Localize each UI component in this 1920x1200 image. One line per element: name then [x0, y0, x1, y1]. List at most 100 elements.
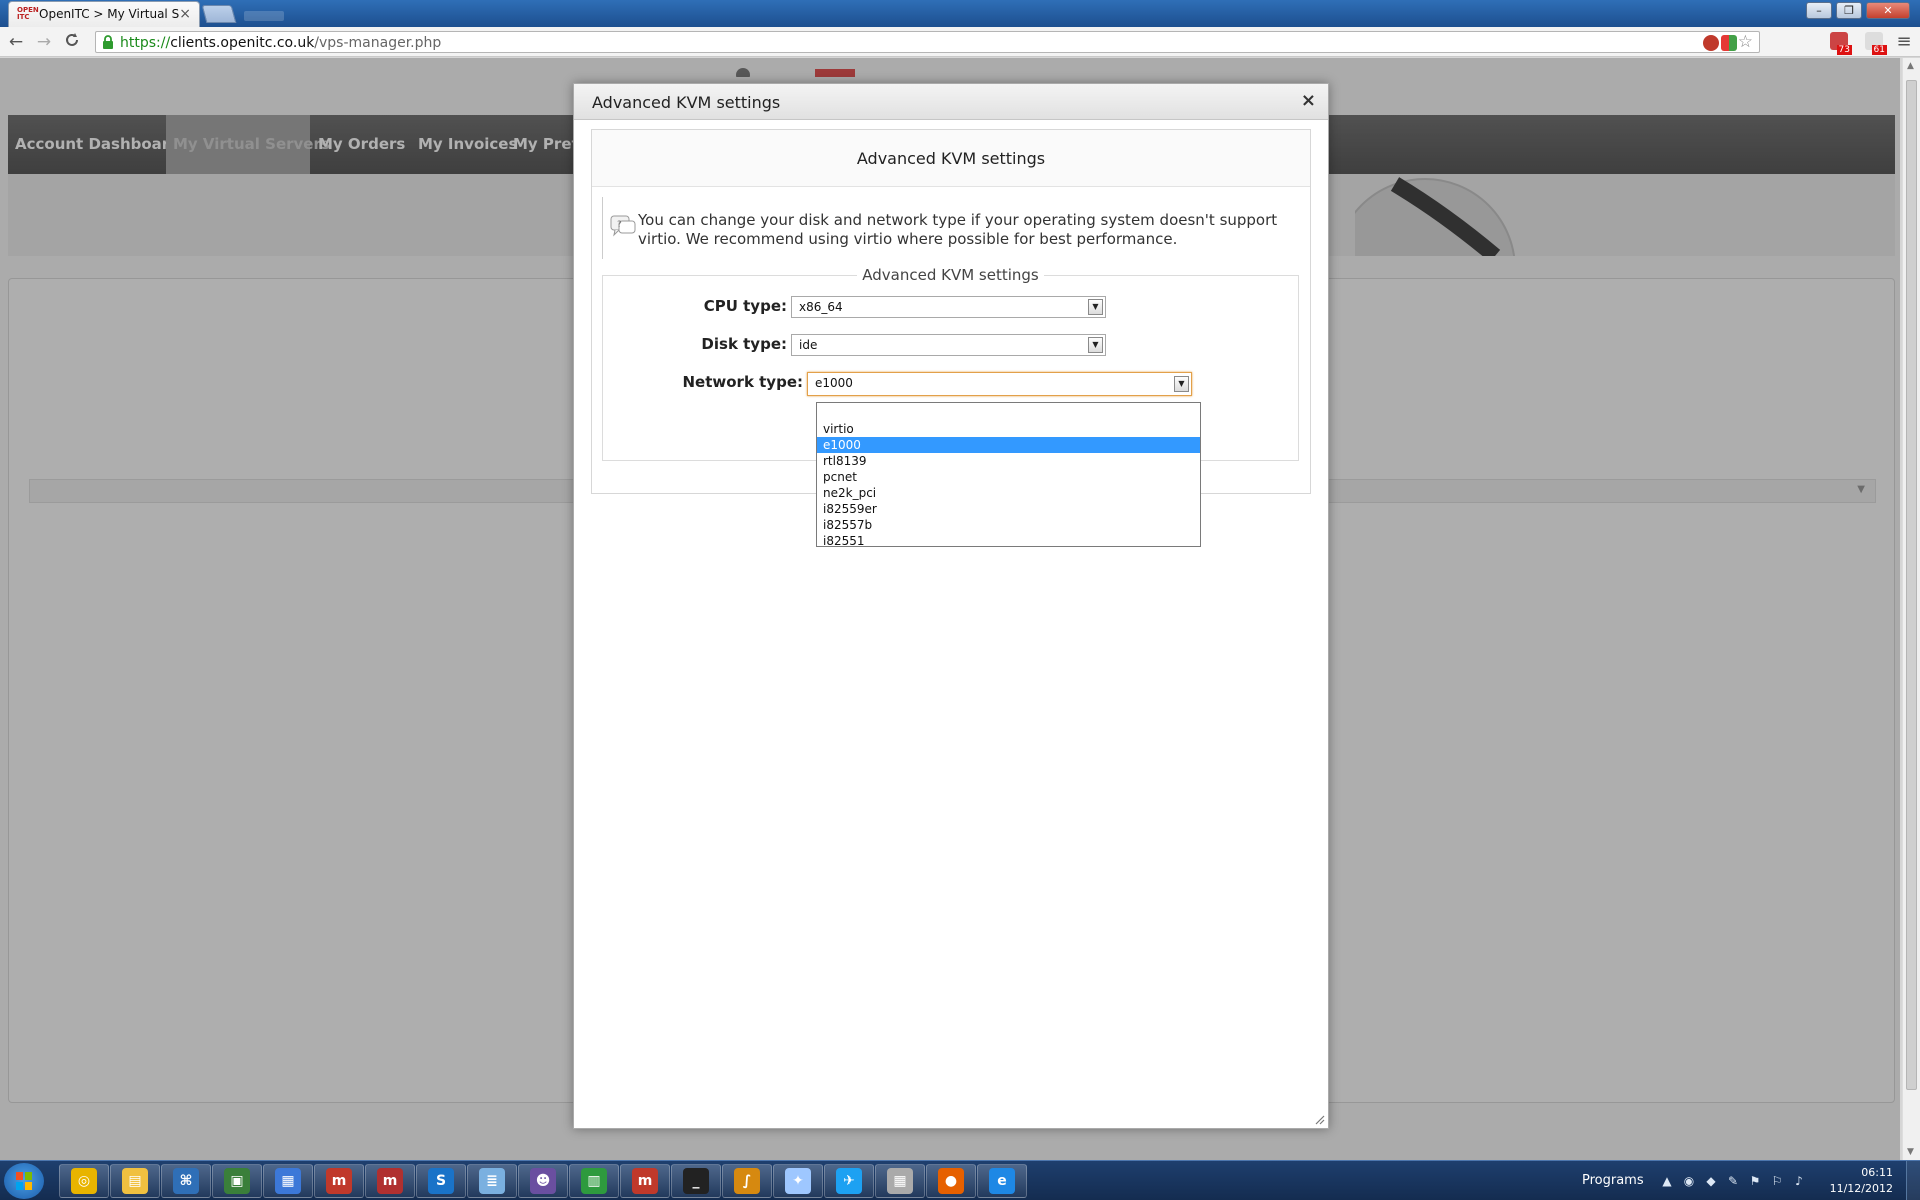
spreadsheet-icon-glyph: ▥: [581, 1168, 607, 1194]
metro-app-icon[interactable]: m: [314, 1164, 364, 1198]
minimize-button[interactable]: –: [1806, 2, 1832, 19]
clock-time[interactable]: 06:11: [1861, 1166, 1893, 1179]
mail-extension-icon[interactable]: 61: [1865, 32, 1887, 55]
fieldset-legend: Advanced KVM settings: [603, 266, 1298, 284]
tray-volume-icon[interactable]: ♪: [1792, 1174, 1806, 1188]
twitter-icon[interactable]: ✈: [824, 1164, 874, 1198]
network-type-dropdown[interactable]: virtio e1000 rtl8139 pcnet ne2k_pci i82559er i…: [816, 402, 1201, 549]
network-option-i82557b[interactable]: i82557b: [817, 517, 1200, 533]
paint-icon[interactable]: ✦: [773, 1164, 823, 1198]
network-type-select[interactable]: e1000 ▼: [807, 372, 1192, 396]
pidgin-icon-glyph: ☻: [530, 1168, 556, 1194]
spreadsheet-icon[interactable]: ▥: [569, 1164, 619, 1198]
network-tool-icon[interactable]: ▣: [212, 1164, 262, 1198]
browser-tab-active[interactable]: OPEN ITC OpenITC > My Virtual Servers ×: [8, 1, 200, 27]
tray-security-icon[interactable]: ◆: [1704, 1174, 1718, 1188]
openitc-favicon-icon: OPEN ITC: [17, 6, 39, 21]
cpu-type-label: CPU type:: [703, 297, 787, 315]
forward-arrow-icon[interactable]: →: [34, 32, 54, 52]
cpu-type-select[interactable]: x86_64 ▼: [791, 296, 1106, 318]
firefox-icon[interactable]: ●: [926, 1164, 976, 1198]
network-option-i82551[interactable]: i82551: [817, 533, 1200, 549]
chrome-icon[interactable]: ◎: [59, 1164, 109, 1198]
tab-close-icon[interactable]: ×: [179, 6, 191, 22]
scroll-thumb[interactable]: [1906, 80, 1917, 1090]
pdf-app-icon-glyph: m: [377, 1168, 403, 1194]
page-scrollbar[interactable]: ▲ ▼: [1902, 58, 1920, 1160]
block-extension-icon[interactable]: [1703, 35, 1719, 51]
url-text: https://clients.openitc.co.uk/vps-manage…: [120, 35, 441, 51]
browser-titlebar: OPEN ITC OpenITC > My Virtual Servers × …: [0, 0, 1920, 27]
calendar-badge: 73: [1836, 45, 1852, 55]
tray-flag-icon[interactable]: ⚑: [1748, 1174, 1762, 1188]
scroll-down-icon[interactable]: ▼: [1907, 1147, 1914, 1157]
tray-action-center-icon[interactable]: ⚐: [1770, 1174, 1784, 1188]
dialog-close-icon[interactable]: ×: [1301, 90, 1316, 111]
window-controls: – ❐ ✕: [1806, 2, 1910, 19]
programs-toolbar-label[interactable]: Programs: [1582, 1173, 1644, 1188]
background-tab[interactable]: [244, 11, 284, 21]
explorer-icon-glyph: ▤: [122, 1168, 148, 1194]
windows-taskbar: ◎ ▤ ⌘ ▣ ▦ m m S ≣ ☻ ▥ m _ ∫ ✦ ✈ ▦ ● e Programs ▲ ◉ ◆ ✎ ⚑ ⚐…: [0, 1160, 1920, 1200]
pdf-app-icon[interactable]: m: [365, 1164, 415, 1198]
chevron-down-icon[interactable]: ▼: [1174, 376, 1189, 392]
network-option-rtl8139[interactable]: rtl8139: [817, 453, 1200, 469]
svg-text:?: ?: [617, 220, 622, 230]
new-tab-button[interactable]: [201, 5, 237, 23]
remote-desktop-icon[interactable]: ▦: [263, 1164, 313, 1198]
calculator-icon-glyph: ▦: [887, 1168, 913, 1194]
show-desktop-button[interactable]: [1906, 1161, 1920, 1200]
reload-icon[interactable]: [62, 32, 82, 52]
help-speech-bubble-icon: ?: [610, 215, 636, 237]
metro-app-icon-2[interactable]: m: [620, 1164, 670, 1198]
ie-icon[interactable]: e: [977, 1164, 1027, 1198]
tab-title: OpenITC > My Virtual Servers: [39, 7, 179, 21]
sublime-icon-glyph: ∫: [734, 1168, 760, 1194]
disk-type-label: Disk type:: [701, 335, 787, 353]
address-bar[interactable]: https://clients.openitc.co.uk/vps-manage…: [95, 31, 1760, 53]
pidgin-icon[interactable]: ☻: [518, 1164, 568, 1198]
color-extension-icon[interactable]: [1721, 35, 1737, 51]
explorer-icon[interactable]: ▤: [110, 1164, 160, 1198]
calculator-icon[interactable]: ▦: [875, 1164, 925, 1198]
restore-button[interactable]: ❐: [1836, 2, 1862, 19]
network-option-ne2k_pci[interactable]: ne2k_pci: [817, 485, 1200, 501]
window-close-button[interactable]: ✕: [1866, 2, 1910, 19]
python-icon-glyph: ⌘: [173, 1168, 199, 1194]
url-scheme: https://: [120, 35, 171, 51]
sublime-icon[interactable]: ∫: [722, 1164, 772, 1198]
firefox-icon-glyph: ●: [938, 1168, 964, 1194]
chevron-down-icon[interactable]: ▼: [1088, 337, 1103, 353]
chevron-down-icon[interactable]: ▼: [1088, 299, 1103, 315]
network-option-e1000[interactable]: e1000: [817, 437, 1200, 453]
tray-network-icon[interactable]: ◉: [1682, 1174, 1696, 1188]
skype-icon[interactable]: S: [416, 1164, 466, 1198]
cpu-type-value: x86_64: [799, 300, 843, 314]
chrome-menu-icon[interactable]: ≡: [1894, 32, 1914, 52]
network-option-virtio[interactable]: virtio: [817, 421, 1200, 437]
calendar-extension-icon[interactable]: 73: [1830, 32, 1852, 55]
browser-toolbar: ← → https://clients.openitc.co.uk/vps-ma…: [0, 27, 1920, 57]
tray-sync-icon[interactable]: ✎: [1726, 1174, 1740, 1188]
network-option-pcnet[interactable]: pcnet: [817, 469, 1200, 485]
clock-date[interactable]: 11/12/2012: [1830, 1182, 1893, 1195]
ie-icon-glyph: e: [989, 1168, 1015, 1194]
back-arrow-icon[interactable]: ←: [6, 32, 26, 52]
resize-grip-icon[interactable]: [1313, 1113, 1325, 1125]
notepad-icon-glyph: ≣: [479, 1168, 505, 1194]
bookmark-star-icon[interactable]: ☆: [1738, 32, 1753, 52]
windows-start-button[interactable]: [4, 1163, 44, 1199]
advanced-kvm-dialog: Advanced KVM settings × Advanced KVM set…: [573, 83, 1329, 1129]
python-icon[interactable]: ⌘: [161, 1164, 211, 1198]
tray-expand-icon[interactable]: ▲: [1660, 1174, 1674, 1188]
network-option-i82559er[interactable]: i82559er: [817, 501, 1200, 517]
scroll-up-icon[interactable]: ▲: [1907, 61, 1914, 71]
metro-app-icon-glyph: m: [326, 1168, 352, 1194]
skype-icon-glyph: S: [428, 1168, 454, 1194]
dialog-titlebar[interactable]: Advanced KVM settings ×: [574, 84, 1328, 120]
fieldset-legend-text: Advanced KVM settings: [857, 266, 1044, 284]
disk-type-select[interactable]: ide ▼: [791, 334, 1106, 356]
chrome-icon-glyph: ◎: [71, 1168, 97, 1194]
notepad-icon[interactable]: ≣: [467, 1164, 517, 1198]
terminal-icon[interactable]: _: [671, 1164, 721, 1198]
